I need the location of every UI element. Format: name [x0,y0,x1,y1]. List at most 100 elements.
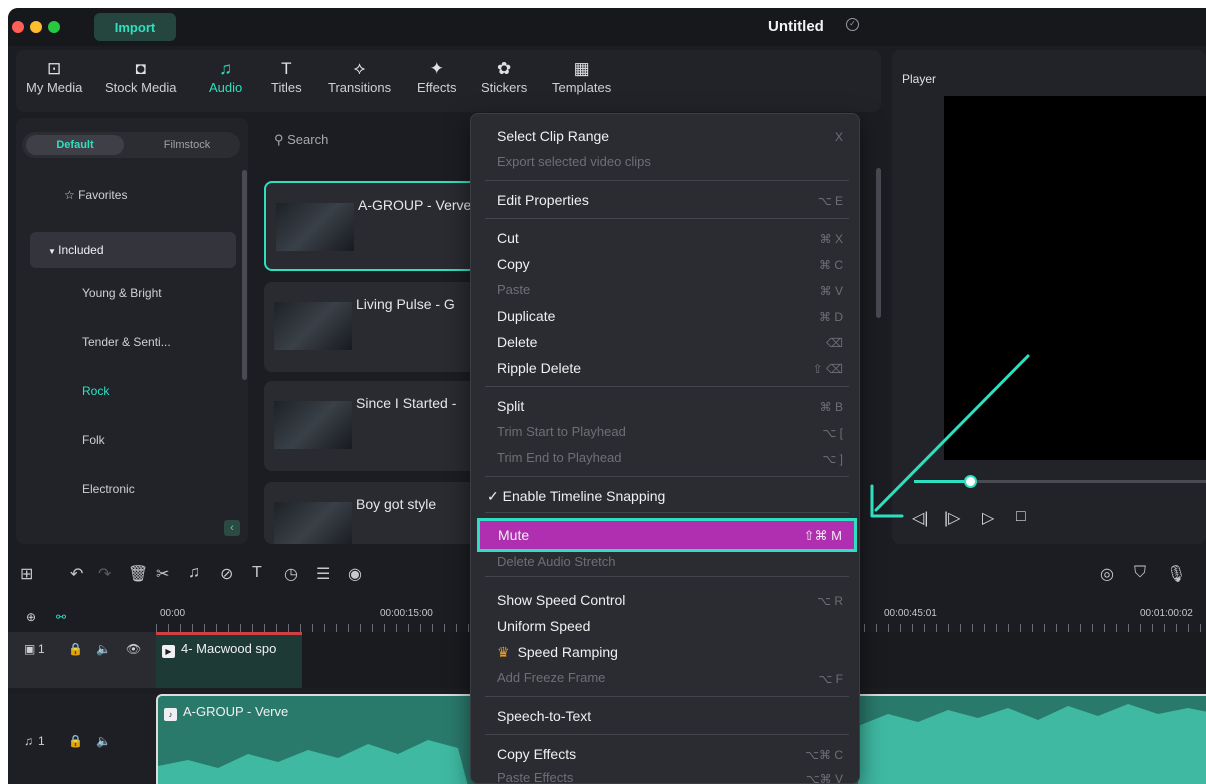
text-icon[interactable]: T [252,564,262,582]
menu-item-export-selected: Export selected video clips [497,154,651,169]
marker-icon[interactable]: ⛉ [1134,564,1146,582]
tag-icon[interactable]: ⊘ [220,564,233,584]
adjust-icon[interactable]: ☰ [316,564,330,584]
video-clip[interactable]: ▶ 4- Macwood spo [156,632,302,688]
menu-divider [485,218,849,219]
project-title: Untitled [768,18,824,35]
shortcut: ⌥⌘ V [805,772,843,784]
menu-item-edit-properties[interactable]: Edit Properties [497,192,589,208]
music-note-icon: ♫ [219,59,232,78]
video-track-header: ▣ 1 🔒 🔈 👁 [8,632,156,688]
speed-icon[interactable]: ◷ [284,564,298,584]
tab-label: Stickers [481,80,528,95]
sidebar-item-folk[interactable]: Folk [82,433,105,447]
menu-item-trim-start: Trim Start to Playhead [497,424,626,439]
tab-templates[interactable]: ▦ Templates [552,58,611,95]
menu-item-split[interactable]: Split [497,398,524,414]
sidebar-scrollbar[interactable] [242,170,247,380]
stock-media-icon: ◘ [135,59,146,78]
tab-audio[interactable]: ♫ Audio [209,58,242,95]
color-icon[interactable]: ◉ [348,564,362,584]
menu-item-speed-ramping[interactable]: ♛ Speed Ramping [497,644,618,661]
media-thumbnail [274,401,352,449]
speaker-icon[interactable]: 🔈 [96,734,111,748]
microphone-icon[interactable]: 🎙 [1166,564,1186,584]
tab-transitions[interactable]: ⟡ Transitions [328,58,391,95]
menu-item-copy-effects[interactable]: Copy Effects [497,746,576,762]
segment-default[interactable]: Default [26,135,124,155]
tab-label: My Media [26,80,83,95]
project-status-icon[interactable]: ✓ [846,18,859,31]
shortcut: ⌘ B [819,400,843,414]
caret-down-icon: ▼ [48,247,59,256]
menu-item-mute[interactable]: Mute ⇧⌘ M [477,518,857,552]
tab-label: Stock Media [105,80,177,95]
menu-divider [485,386,849,387]
sidebar-item-included[interactable]: ▼ Included [30,232,236,268]
import-button[interactable]: Import [94,13,176,41]
tab-stock-media[interactable]: ◘ Stock Media [105,58,177,95]
layout-grid-icon[interactable]: ⊞ [20,564,33,584]
speaker-icon[interactable]: 🔈 [96,642,111,656]
menu-item-label: Mute [498,527,530,543]
menu-item-speech-to-text[interactable]: Speech-to-Text [497,708,591,724]
search-field[interactable]: ⚲ Search [274,132,328,148]
shortcut: ⇧ ⌫ [812,362,843,376]
media-card[interactable]: Living Pulse - G [264,282,494,372]
shortcut: ⌥ [ [822,426,844,440]
tab-my-media[interactable]: ⊡ My Media [26,58,82,95]
media-card[interactable]: Boy got style [264,482,494,544]
audio-note-icon[interactable]: ♫ [188,564,200,582]
menu-item-trim-end: Trim End to Playhead [497,450,622,465]
segment-filmstock[interactable]: Filmstock [142,135,232,155]
sidebar-item-electronic[interactable]: Electronic [82,482,135,496]
media-title: Since I Started - [356,395,457,411]
undo-icon[interactable]: ↶ [70,564,83,584]
media-toolbar: ⊡ My Media ◘ Stock Media ♫ Audio T Title… [16,50,881,112]
render-icon[interactable]: ◎ [1100,564,1114,584]
sidebar-item-young-bright[interactable]: Young & Bright [82,286,162,300]
title-bar: Import Untitled ✓ [8,8,1206,46]
crown-icon: ♛ [497,644,510,660]
menu-item-select-clip-range[interactable]: Select Clip Range [497,128,609,144]
sidebar-item-favorites[interactable]: ☆ Favorites [64,188,127,202]
text-t-icon: T [281,59,292,78]
sidebar-item-rock[interactable]: Rock [82,384,109,398]
menu-item-enable-snapping[interactable]: ✓ Enable Timeline Snapping [487,488,665,505]
menu-item-copy[interactable]: Copy [497,256,530,272]
tab-effects[interactable]: ✦ Effects [417,58,457,95]
tab-titles[interactable]: T Titles [271,58,302,95]
media-scrollbar[interactable] [876,168,881,318]
link-icon[interactable]: ⚯ [56,610,66,624]
menu-item-paste: Paste [497,282,531,297]
track-number: 1 [38,642,45,656]
minimize-window-button[interactable] [30,21,42,33]
lock-icon[interactable]: 🔒 [68,642,83,656]
zoom-window-button[interactable] [48,21,60,33]
media-card[interactable]: A-GROUP - Verve [264,181,494,271]
menu-item-delete[interactable]: Delete [497,334,537,350]
menu-item-show-speed-control[interactable]: Show Speed Control [497,592,625,608]
menu-item-uniform-speed[interactable]: Uniform Speed [497,618,590,634]
collapse-sidebar-button[interactable]: ‹ [224,520,240,536]
trash-icon[interactable]: 🗑 [128,564,148,584]
tab-stickers[interactable]: ✿ Stickers [481,58,527,95]
tab-label: Effects [417,80,457,95]
lock-icon[interactable]: 🔒 [68,734,83,748]
eye-icon[interactable]: 👁 [126,642,141,656]
sidebar-item-tender[interactable]: Tender & Senti... [82,335,171,349]
menu-item-duplicate[interactable]: Duplicate [497,308,555,324]
add-track-icon[interactable]: ⊕ [26,610,36,624]
menu-item-cut[interactable]: Cut [497,230,519,246]
scissors-icon[interactable]: ✂ [156,564,169,584]
shortcut: ⌫ [826,336,843,350]
shortcut: ⌘ D [819,310,843,324]
close-window-button[interactable] [12,21,24,33]
menu-divider [485,512,849,513]
menu-item-ripple-delete[interactable]: Ripple Delete [497,360,581,376]
time-marker: 00:00 [160,608,186,619]
redo-icon[interactable]: ↷ [98,564,111,584]
sticker-icon: ✿ [496,59,512,78]
media-card[interactable]: Since I Started - [264,381,494,471]
menu-divider [485,576,849,577]
